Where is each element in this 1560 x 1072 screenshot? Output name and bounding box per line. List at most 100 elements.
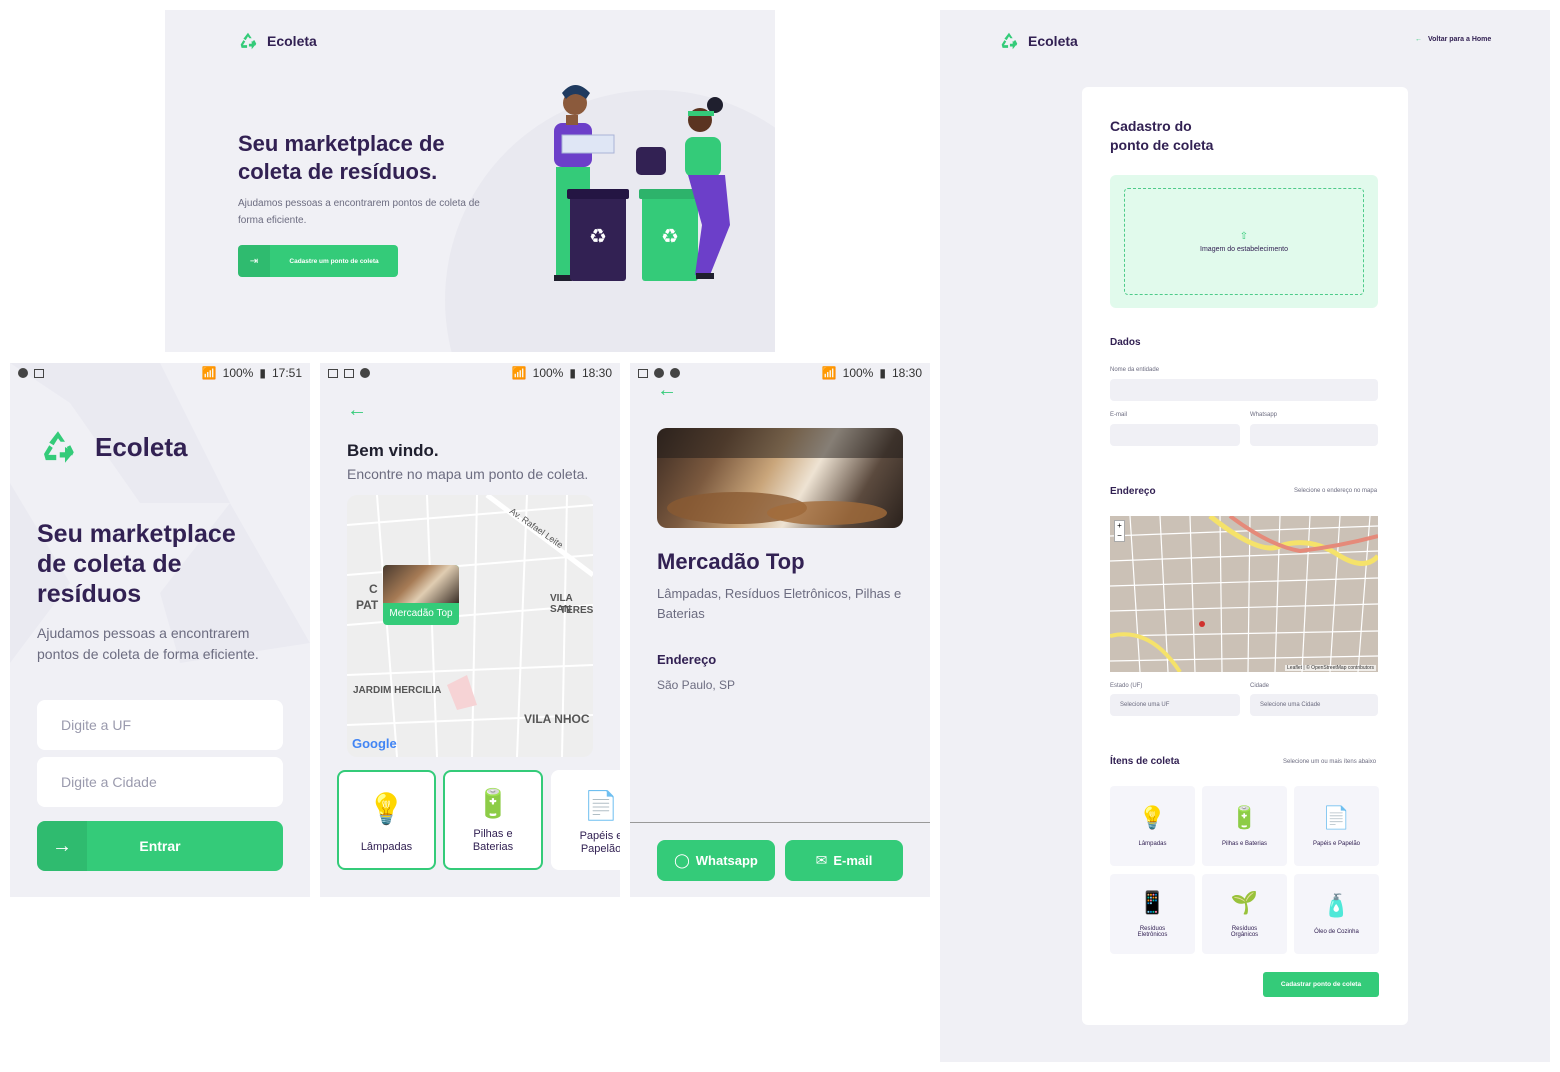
battery-icon: ▮: [259, 366, 266, 380]
whatsapp-label: Whatsapp: [1250, 412, 1278, 418]
uf-input[interactable]: Digite a UF: [37, 700, 283, 750]
submit-point-label: Cadastrar ponto de coleta: [1280, 981, 1362, 988]
cidade-select[interactable]: Selecione uma Cidade: [1250, 694, 1378, 716]
app-notification-icon: [638, 368, 648, 378]
back-arrow-icon[interactable]: ←: [657, 379, 677, 402]
battery-icon: ▮: [879, 366, 886, 380]
map-marker[interactable]: Mercadão Top: [383, 565, 459, 625]
item-paper[interactable]: 📄 Papéis e Papelão: [551, 770, 620, 870]
mobile-home-screen: 📶 100% ▮ 17:51 Ecoleta Seu marketplace d…: [10, 363, 310, 897]
zoom-in-button[interactable]: +: [1115, 521, 1124, 531]
back-home-link[interactable]: ← Voltar para a Home: [1415, 36, 1491, 43]
endereco-title: Endereço: [1110, 486, 1156, 497]
register-point-label: Cadastre um ponto de coleta: [289, 257, 379, 265]
item-label-line2: Papelão: [580, 843, 620, 855]
item-label: Óleo de Cozinha: [1314, 929, 1359, 935]
item-electronics[interactable]: 📱 Resíduos Eletrônicos: [1110, 874, 1195, 954]
item-batteries[interactable]: 🔋 Pilhas e Baterias: [1202, 786, 1287, 866]
name-input[interactable]: [1110, 379, 1378, 401]
logo[interactable]: Ecoleta: [998, 30, 1078, 52]
form-title-line1: Cadastro do: [1110, 118, 1192, 134]
estado-select[interactable]: Selecione uma UF: [1110, 694, 1240, 716]
oil-icon: 🧴: [1322, 893, 1351, 918]
register-point-button[interactable]: ⇥ Cadastre um ponto de coleta: [238, 245, 398, 277]
recycle-icon: [240, 32, 257, 50]
back-arrow-icon[interactable]: ←: [347, 399, 367, 422]
whatsapp-label: Whatsapp: [695, 853, 758, 868]
item-label-line2: Baterias: [472, 841, 514, 853]
app-notification-icon: [360, 368, 370, 378]
address-map[interactable]: + − Leaflet | © OpenStreetMap contributo…: [1110, 516, 1378, 672]
logo[interactable]: Ecoleta: [237, 30, 317, 52]
marker-label: Mercadão Top: [389, 608, 453, 619]
app-notification-icon: [670, 368, 680, 378]
upload-icon: ⇧: [1239, 230, 1249, 242]
city-input[interactable]: Digite a Cidade: [37, 757, 283, 807]
recycle-icon: [44, 431, 74, 463]
item-label: Pilhas e Baterias: [473, 828, 513, 854]
map-label: C: [369, 582, 378, 596]
item-label: Lâmpadas: [361, 841, 412, 854]
app-notification-icon: [328, 368, 338, 378]
item-batteries[interactable]: 🔋 Pilhas e Baterias: [443, 770, 543, 870]
whatsapp-icon: ◯: [674, 852, 690, 868]
point-items: Lâmpadas, Resíduos Eletrônicos, Pilhas e…: [657, 584, 901, 624]
itens-hint: Selecione um ou mais ítens abaixo: [1283, 759, 1377, 765]
hero-illustration: ♻ ♻: [540, 75, 750, 300]
item-label: Pilhas e Baterias: [1221, 841, 1268, 847]
item-label: Resíduos Orgânicos: [1230, 926, 1259, 938]
form-title-line2: ponto de coleta: [1110, 137, 1214, 153]
hero-title-line2: de coleta de: [37, 550, 182, 578]
image-dropzone[interactable]: ⇧ Imagem do estabelecimento: [1110, 175, 1378, 308]
point-image: [657, 428, 903, 528]
hero-title-line1: Seu marketplace: [37, 520, 236, 548]
item-label: Papéis e Papelão: [1312, 841, 1361, 847]
create-point-form: Cadastro do ponto de coleta ⇧ Imagem do …: [1082, 87, 1408, 1025]
point-items-line1: Lâmpadas, Resíduos Eletrônicos, Pilhas e: [657, 586, 902, 601]
points-map[interactable]: Av. Rafael Leite VILA SAN TERES JARDIM H…: [347, 495, 593, 757]
item-label-line1: Lâmpadas: [360, 841, 413, 853]
signal-icon: 📶: [201, 366, 217, 380]
battery-icon: 🔋: [475, 788, 511, 819]
logo: Ecoleta: [37, 426, 188, 468]
organic-icon: 🌱: [1230, 890, 1259, 915]
item-paper[interactable]: 📄 Papéis e Papelão: [1294, 786, 1379, 866]
electronics-icon: 📱: [1138, 890, 1167, 915]
dados-title: Dados: [1110, 337, 1141, 348]
item-lamps[interactable]: 💡 Lâmpadas: [337, 770, 436, 870]
app-notification-icon: [18, 368, 28, 378]
zoom-out-button[interactable]: −: [1115, 531, 1124, 541]
item-label-line1: Papéis e: [579, 830, 620, 842]
whatsapp-input[interactable]: [1250, 424, 1378, 446]
battery-percent: 100%: [222, 366, 254, 380]
hero-description-line2: pontos de coleta de forma eficiente.: [37, 646, 259, 662]
map-attribution: Leaflet | © OpenStreetMap contributors: [1285, 665, 1376, 671]
whatsapp-button[interactable]: ◯ Whatsapp: [657, 840, 775, 881]
signal-icon: 📶: [511, 366, 527, 380]
item-oil[interactable]: 🧴 Óleo de Cozinha: [1294, 874, 1379, 954]
enter-button[interactable]: → Entrar: [37, 821, 283, 871]
email-input[interactable]: [1110, 424, 1240, 446]
marker-image: [383, 565, 459, 603]
item-label: Papéis e Papelão: [580, 830, 620, 856]
hero-title: Seu marketplace de coleta de resíduos: [37, 519, 236, 609]
address-value: São Paulo, SP: [657, 678, 736, 692]
status-time: 17:51: [271, 366, 302, 380]
log-in-icon: ⇥: [238, 245, 270, 277]
hero-description: Ajudamos pessoas a encontrarem pontos de…: [238, 198, 480, 226]
map-zoom-controls: + −: [1114, 520, 1125, 542]
arrow-right-icon: →: [37, 821, 87, 871]
email-button[interactable]: ✉ E-mail: [785, 840, 903, 881]
back-home-label: Voltar para a Home: [1428, 36, 1492, 43]
lamp-icon: 💡: [1138, 805, 1167, 830]
hero-description: Ajudamos pessoas a encontrarem pontos de…: [37, 623, 259, 665]
item-label: Resíduos Eletrônicos: [1137, 926, 1168, 938]
address-title: Endereço: [657, 652, 717, 667]
hero-title-line2: coleta de resíduos.: [238, 159, 438, 184]
item-lamps[interactable]: 💡 Lâmpadas: [1110, 786, 1195, 866]
status-bar: 📶 100% ▮ 17:51: [10, 363, 310, 383]
status-time: 18:30: [581, 366, 612, 380]
item-organic[interactable]: 🌱 Resíduos Orgânicos: [1202, 874, 1287, 954]
submit-point-button[interactable]: Cadastrar ponto de coleta: [1263, 972, 1379, 997]
item-label: Lâmpadas: [1138, 841, 1167, 847]
